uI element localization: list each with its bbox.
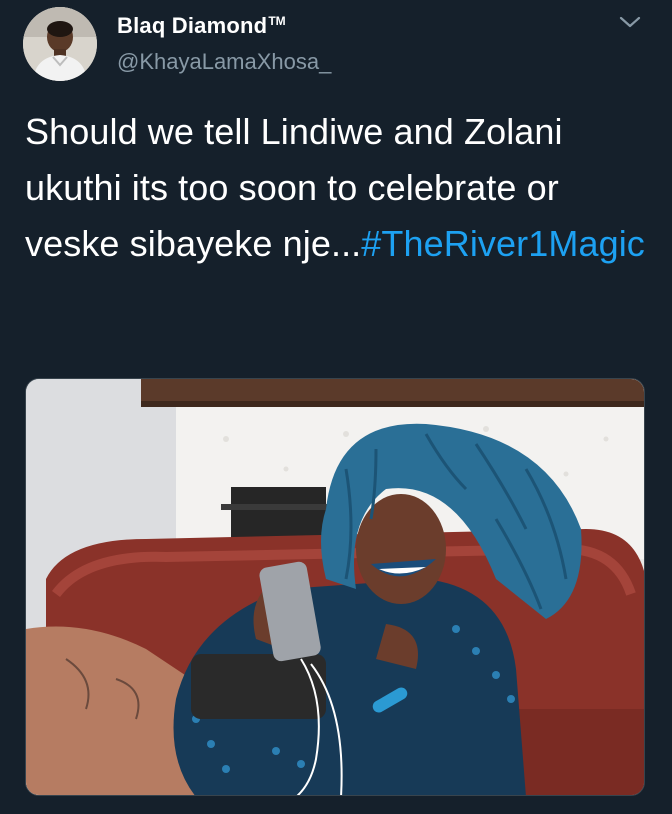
photo-image (26, 379, 644, 795)
display-name-row[interactable]: Blaq Diamond TM (117, 12, 286, 40)
tweet-photo[interactable] (25, 378, 645, 796)
chevron-down-icon (619, 16, 641, 28)
tweet-text: Should we tell Lindiwe and Zolani ukuthi… (25, 104, 655, 272)
more-options-button[interactable] (617, 12, 643, 32)
tweet-card: Blaq Diamond TM @KhayaLamaXhosa_ Should … (0, 0, 672, 814)
display-name[interactable]: Blaq Diamond (117, 12, 267, 40)
profile-avatar-icon (23, 7, 97, 81)
hashtag-link[interactable]: #TheRiver1Magic (361, 223, 645, 264)
avatar[interactable] (23, 7, 97, 81)
trademark-mark: TM (268, 14, 286, 28)
user-handle[interactable]: @KhayaLamaXhosa_ (117, 48, 331, 76)
